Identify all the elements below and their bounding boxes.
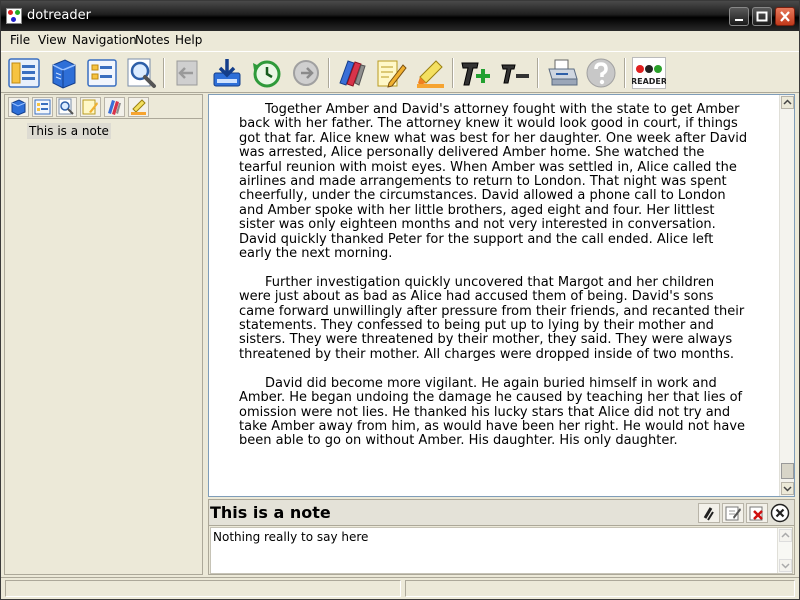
forward-icon — [293, 60, 319, 86]
scroll-thumb[interactable] — [781, 463, 794, 479]
chevron-up-icon — [781, 532, 790, 538]
highlight-button[interactable] — [414, 57, 446, 89]
tab-bookmarks[interactable] — [104, 97, 125, 117]
library-button[interactable] — [8, 57, 40, 89]
reader-pane[interactable]: Together Amber and David's attorney foug… — [208, 94, 795, 497]
contents-icon — [87, 59, 117, 87]
tab-book[interactable] — [8, 97, 29, 117]
font-decrease-icon — [501, 64, 529, 84]
tab-notes[interactable] — [80, 97, 101, 117]
library-icon — [8, 58, 40, 88]
help-button[interactable] — [585, 57, 617, 89]
search-button[interactable] — [125, 57, 157, 89]
note-header: This is a note — [209, 500, 794, 526]
scroll-down-arrow[interactable] — [779, 559, 792, 572]
note-panel: This is a note Nothing really to say her… — [208, 499, 795, 575]
tab-search[interactable] — [56, 97, 77, 117]
window-title: dotreader — [27, 8, 91, 23]
history-button[interactable] — [250, 57, 282, 89]
logo-wordmark: READER — [632, 77, 666, 86]
tab-contents[interactable] — [32, 97, 53, 117]
back-button[interactable] — [171, 57, 203, 89]
contents-button[interactable] — [86, 57, 118, 89]
note-title: This is a note — [210, 503, 331, 522]
menu-notes[interactable]: Notes — [135, 33, 170, 47]
paragraph: Together Amber and David's attorney foug… — [239, 102, 748, 262]
book-icon — [52, 59, 76, 89]
note-delete-button[interactable] — [746, 503, 768, 523]
status-bar — [1, 577, 799, 599]
reader-scrollbar[interactable] — [779, 95, 794, 496]
left-panel-tabs — [5, 95, 202, 119]
notes-list: This is a note — [7, 121, 200, 572]
forward-button[interactable] — [290, 57, 322, 89]
title-bar[interactable]: dotreader — [1, 1, 799, 31]
annotate-icon — [377, 60, 407, 88]
note-text: Nothing really to say here — [213, 530, 369, 544]
contents-icon — [34, 99, 51, 115]
app-window: dotreader File View Navigation Notes Hel… — [0, 0, 800, 600]
search-icon — [58, 98, 74, 115]
minimize-button[interactable] — [729, 7, 749, 26]
dotreader-logo-button[interactable]: READER — [631, 57, 667, 89]
delete-icon — [749, 506, 763, 521]
menu-navigation[interactable]: Navigation — [72, 33, 137, 47]
download-button[interactable] — [211, 57, 243, 89]
menu-bar: File View Navigation Notes Help — [1, 31, 799, 50]
maximize-icon — [756, 11, 768, 22]
history-icon — [253, 60, 281, 88]
close-button[interactable] — [775, 7, 795, 26]
font-increase-icon — [461, 62, 490, 86]
dotreader-logo: READER — [631, 57, 667, 89]
note-scrollbar[interactable] — [777, 528, 792, 573]
bookmark-icon — [339, 60, 366, 87]
highlight-icon — [417, 60, 444, 88]
note-edit-button[interactable] — [722, 503, 744, 523]
close-circle-icon — [770, 503, 790, 523]
paragraph: Further investigation quickly uncovered … — [239, 274, 745, 362]
bookmark-icon — [108, 100, 121, 115]
main-toolbar: READER — [1, 51, 799, 93]
book-text: Together Amber and David's attorney foug… — [239, 102, 749, 463]
note-body[interactable]: Nothing really to say here — [210, 527, 793, 574]
maximize-button[interactable] — [752, 7, 772, 26]
app-logo-icon — [6, 8, 22, 24]
list-item[interactable]: This is a note — [27, 123, 111, 139]
chevron-up-icon — [783, 99, 792, 105]
download-icon — [213, 59, 241, 87]
highlight-icon — [131, 99, 146, 115]
chevron-down-icon — [783, 486, 792, 492]
left-panel: This is a note — [4, 94, 203, 575]
font-increase-button[interactable] — [459, 57, 491, 89]
menu-view[interactable]: View — [38, 33, 66, 47]
scroll-up-arrow[interactable] — [779, 529, 792, 542]
scroll-down-arrow[interactable] — [781, 482, 794, 495]
bookmark-button[interactable] — [336, 57, 368, 89]
help-icon — [586, 58, 616, 88]
minimize-icon — [735, 19, 743, 21]
font-decrease-button[interactable] — [498, 57, 530, 89]
book-button[interactable] — [47, 57, 79, 89]
print-button[interactable] — [546, 57, 578, 89]
menu-help[interactable]: Help — [175, 33, 202, 47]
link-icon — [703, 507, 714, 521]
note-link-button[interactable] — [698, 503, 720, 523]
note-close-button[interactable] — [770, 503, 792, 523]
paragraph: David did become more vigilant. He again… — [239, 375, 746, 449]
annotate-button[interactable] — [375, 57, 407, 89]
tab-highlights[interactable] — [128, 97, 149, 117]
status-cell-right — [405, 580, 795, 597]
status-cell-left — [5, 580, 401, 597]
print-icon — [548, 59, 578, 86]
search-icon — [127, 58, 156, 88]
scroll-up-arrow[interactable] — [781, 96, 794, 109]
menu-file[interactable]: File — [10, 33, 30, 47]
notes-icon — [82, 99, 98, 115]
edit-icon — [725, 506, 741, 521]
book-icon — [11, 99, 26, 116]
chevron-down-icon — [781, 563, 790, 569]
close-icon — [780, 11, 790, 22]
back-icon — [176, 60, 198, 86]
